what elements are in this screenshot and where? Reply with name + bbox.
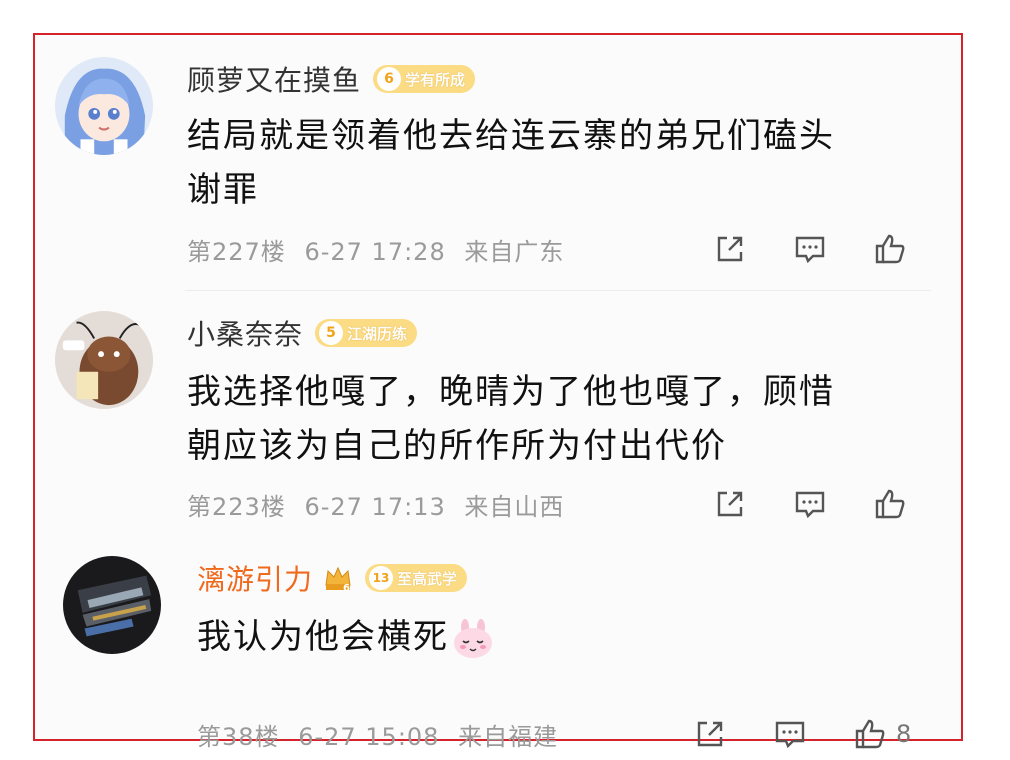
comment-actions: 8 — [690, 714, 911, 754]
share-button[interactable] — [710, 484, 750, 524]
comment-location: 来自山西 — [464, 493, 565, 521]
thumbs-up-icon — [875, 234, 905, 264]
comment-location: 来自福建 — [458, 723, 559, 751]
badge-level: 13 — [369, 566, 394, 590]
comment-icon — [775, 721, 805, 749]
username[interactable]: 漓游引力 — [197, 558, 313, 598]
comment-text: 我选择他嘎了，晚晴为了他也嘎了，顾惜 朝应该为自己的所作所为付出代价 — [187, 365, 835, 473]
reply-button[interactable] — [790, 229, 830, 269]
comment-meta: 第223楼 6-27 17:13 来自山西 — [187, 487, 574, 522]
badge-title: 至高武学 — [397, 569, 458, 588]
comment-actions — [710, 229, 910, 269]
comment-text: 结局就是领着他去给连云寨的弟兄们磕头 谢罪 — [187, 109, 835, 217]
comment-time: 6-27 17:28 — [304, 238, 446, 266]
share-button[interactable] — [710, 229, 750, 269]
like-button[interactable] — [850, 714, 890, 754]
username[interactable]: 顾萝又在摸鱼 — [187, 59, 361, 99]
comment-time: 6-27 17:13 — [304, 493, 446, 521]
thumbs-up-icon — [855, 719, 885, 749]
comment-list: 顾萝又在摸鱼 6 学有所成 结局就是领着他去给连云寨的弟兄们磕头 谢罪 第227… — [33, 33, 963, 751]
reply-button[interactable] — [770, 714, 810, 754]
badge-level: 6 — [377, 67, 402, 91]
reply-button[interactable] — [790, 484, 830, 524]
comment-meta: 第38楼 6-27 15:08 来自福建 — [197, 717, 568, 752]
comment-text-line: 我认为他会横死 — [197, 610, 495, 664]
share-icon — [717, 236, 743, 262]
floor-number: 第38楼 — [197, 723, 280, 751]
comment-time: 6-27 15:08 — [298, 723, 440, 751]
like-count: 8 — [896, 720, 912, 748]
avatar[interactable] — [55, 57, 153, 155]
level-badge: 6 学有所成 — [373, 65, 476, 93]
comment-text-line: 朝应该为自己的所作所为付出代价 — [187, 426, 727, 466]
avatar[interactable] — [63, 556, 161, 654]
user-line: 漓游引力 6 13 至高武学 — [197, 558, 468, 598]
like-button[interactable] — [870, 484, 910, 524]
comment-meta: 第227楼 6-27 17:28 来自广东 — [187, 232, 574, 267]
badge-level: 5 — [319, 321, 344, 345]
comment-text-line: 结局就是领着他去给连云寨的弟兄们磕头 — [187, 116, 835, 156]
comment-text-content: 我认为他会横死 — [197, 617, 449, 657]
share-button[interactable] — [690, 714, 730, 754]
comment-text-line: 我选择他嘎了，晚晴为了他也嘎了，顾惜 — [187, 372, 835, 412]
floor-number: 第227楼 — [187, 238, 286, 266]
comment-actions — [710, 484, 910, 524]
badge-title: 学有所成 — [405, 70, 466, 89]
comment-icon — [795, 236, 825, 264]
share-icon — [717, 491, 743, 517]
thumbs-up-icon — [875, 489, 905, 519]
bunny-emoji-icon — [451, 618, 495, 659]
comment-text: 我认为他会横死 — [197, 610, 495, 664]
username[interactable]: 小桑奈奈 — [187, 313, 303, 353]
crown-level: 6 — [343, 583, 350, 593]
share-icon — [697, 721, 723, 747]
level-badge: 5 江湖历练 — [315, 319, 418, 347]
comment-item: 漓游引力 6 13 至高武学 我认为他会横死 第38楼 6-27 15:08 来… — [35, 540, 961, 751]
like-button[interactable] — [870, 229, 910, 269]
user-line: 小桑奈奈 5 江湖历练 — [187, 313, 418, 353]
user-line: 顾萝又在摸鱼 6 学有所成 — [187, 59, 476, 99]
badge-title: 江湖历练 — [347, 324, 408, 343]
comment-text-line: 谢罪 — [187, 170, 259, 210]
comment-location: 来自广东 — [464, 238, 565, 266]
avatar[interactable] — [55, 311, 153, 409]
level-badge: 13 至高武学 — [365, 564, 468, 592]
crown-icon: 6 — [323, 563, 353, 593]
comment-item: 顾萝又在摸鱼 6 学有所成 结局就是领着他去给连云寨的弟兄们磕头 谢罪 第227… — [35, 35, 961, 290]
comment-item: 小桑奈奈 5 江湖历练 我选择他嘎了，晚晴为了他也嘎了，顾惜 朝应该为自己的所作… — [35, 291, 961, 536]
comment-icon — [795, 491, 825, 519]
floor-number: 第223楼 — [187, 493, 286, 521]
